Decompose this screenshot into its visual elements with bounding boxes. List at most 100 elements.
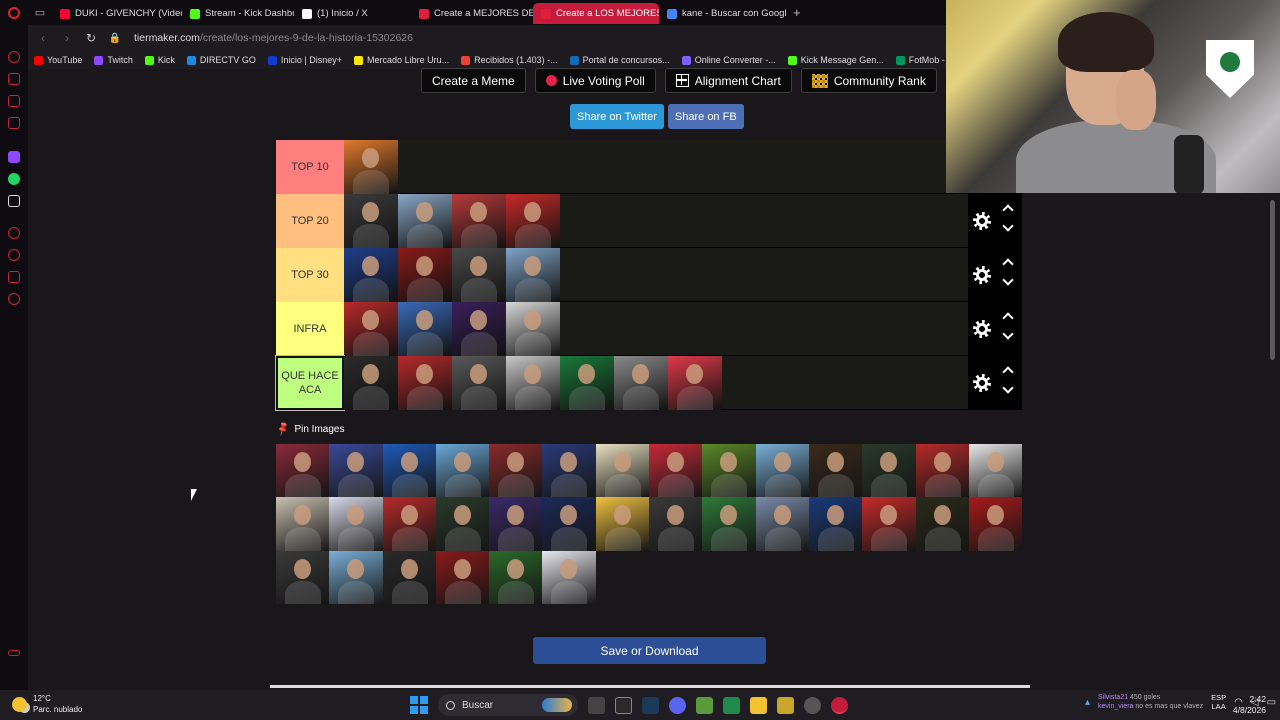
battery-icon[interactable]: ▭ (1267, 697, 1276, 708)
move-tier-down-icon[interactable] (1002, 382, 1014, 394)
windows-start-icon[interactable] (410, 696, 428, 714)
tier-settings-gear-icon[interactable] (973, 374, 991, 392)
alignment-chart-button[interactable]: Alignment Chart (664, 68, 792, 93)
player-image[interactable] (808, 444, 863, 498)
discord-icon[interactable] (669, 696, 686, 714)
tier-settings-gear-icon[interactable] (973, 212, 991, 230)
save-download-button[interactable]: Save or Download (533, 637, 766, 664)
player-image[interactable] (398, 302, 452, 356)
move-tier-up-icon[interactable] (1002, 204, 1014, 216)
player-image[interactable] (435, 444, 490, 498)
player-image[interactable] (398, 356, 452, 410)
player-image[interactable] (542, 444, 596, 498)
player-image[interactable] (614, 356, 668, 410)
chat-icon[interactable] (8, 95, 20, 107)
player-image[interactable] (452, 302, 506, 356)
gx-icon[interactable] (8, 650, 20, 656)
player-image[interactable] (398, 194, 452, 248)
opera-gx-taskbar-icon[interactable] (831, 696, 848, 714)
bookmark-item[interactable]: Portal de concursos... (569, 55, 670, 65)
minecraft-icon[interactable] (696, 696, 713, 714)
tab-3[interactable]: Create a MEJORES DELAN (411, 3, 533, 24)
player-image[interactable] (489, 497, 543, 551)
x-icon[interactable] (8, 195, 20, 207)
bookmark-item[interactable]: Kick (144, 55, 175, 65)
player-image[interactable] (668, 356, 722, 410)
player-image[interactable] (862, 444, 916, 498)
bookmark-item[interactable]: YouTube (34, 55, 82, 65)
move-tier-up-icon[interactable] (1002, 258, 1014, 270)
player-image[interactable] (649, 444, 703, 498)
clock[interactable]: 2:42 4/8/2026 (1233, 694, 1266, 716)
player-image[interactable] (506, 356, 560, 410)
move-tier-up-icon[interactable] (1002, 312, 1014, 324)
player-image[interactable] (452, 356, 506, 410)
player-image[interactable] (382, 550, 436, 604)
tier-label[interactable]: TOP 20 (276, 194, 344, 248)
bookmark-item[interactable]: DIRECTV GO (186, 55, 256, 65)
player-image[interactable] (542, 550, 596, 604)
music-icon[interactable] (8, 227, 20, 239)
tab-workspaces-icon[interactable]: ▭ (28, 6, 52, 19)
forward-button[interactable]: › (60, 31, 74, 45)
send-icon[interactable] (8, 271, 20, 283)
player-image[interactable] (542, 497, 596, 551)
player-image[interactable] (649, 497, 703, 551)
tier-label[interactable]: QUE HACE ACA (275, 355, 345, 411)
tab-1[interactable]: Stream - Kick Dashboard (182, 3, 294, 24)
tier-label[interactable]: INFRA (276, 302, 344, 356)
move-tier-down-icon[interactable] (1002, 220, 1014, 232)
player-image[interactable] (915, 444, 969, 498)
task-view-icon[interactable] (588, 696, 605, 714)
player-image[interactable] (452, 248, 506, 302)
move-tier-down-icon[interactable] (1002, 274, 1014, 286)
player-image[interactable] (329, 550, 383, 604)
player-image[interactable] (702, 497, 756, 551)
player-image[interactable] (489, 550, 543, 604)
tab-4[interactable]: Create a LOS MEJORES 9 (533, 3, 659, 24)
new-tab-button[interactable]: + (793, 5, 801, 20)
share-twitter-button[interactable]: Share on Twitter (570, 104, 664, 129)
player-image[interactable] (506, 248, 560, 302)
player-image[interactable] (915, 497, 969, 551)
player-image[interactable] (382, 497, 436, 551)
player-image[interactable] (344, 140, 398, 194)
player-image[interactable] (489, 444, 543, 498)
epic-games-icon[interactable] (615, 696, 632, 714)
move-tier-up-icon[interactable] (1002, 366, 1014, 378)
history-icon[interactable] (8, 249, 20, 261)
bookmark-item[interactable]: Twitch (94, 55, 133, 65)
share-fb-button[interactable]: Share on FB (667, 104, 744, 129)
speed-dial-icon[interactable] (8, 51, 20, 63)
player-image[interactable] (506, 194, 560, 248)
url-field[interactable]: tiermaker.com/create/los-mejores-9-de-la… (134, 32, 413, 44)
player-image[interactable] (329, 444, 383, 498)
horizontal-scrollbar[interactable] (270, 685, 1030, 688)
file-explorer-icon[interactable] (750, 696, 767, 714)
news-icon[interactable] (8, 117, 20, 129)
player-image[interactable] (595, 497, 650, 551)
obs-icon[interactable] (804, 696, 821, 714)
player-image[interactable] (755, 497, 809, 551)
player-image[interactable] (506, 302, 560, 356)
bookmark-item[interactable]: Kick Message Gen... (787, 55, 884, 65)
player-image[interactable] (344, 248, 398, 302)
player-image[interactable] (968, 497, 1023, 551)
language-indicator[interactable]: ESP LAA (1211, 693, 1226, 711)
whatsapp-icon[interactable] (8, 173, 20, 185)
tab-5[interactable]: kane - Buscar con Google (659, 3, 787, 24)
tab-2[interactable]: (1) Inicio / X (294, 3, 411, 24)
bookmark-item[interactable]: Online Converter -... (681, 55, 776, 65)
player-image[interactable] (344, 302, 398, 356)
tier-label[interactable]: TOP 10 (276, 140, 344, 194)
vertical-scrollbar[interactable] (1270, 200, 1275, 360)
app-grid-icon[interactable] (777, 696, 794, 714)
player-image[interactable] (452, 194, 506, 248)
bookmark-item[interactable]: Inicio | Disney+ (267, 55, 342, 65)
tab-0[interactable]: DUKI - GIVENCHY (Video O (52, 3, 182, 24)
excel-icon[interactable] (723, 696, 740, 714)
bookmark-item[interactable]: Mercado Libre Uru... (354, 55, 449, 65)
player-image[interactable] (382, 444, 436, 498)
player-image[interactable] (398, 248, 452, 302)
player-image[interactable] (435, 497, 490, 551)
